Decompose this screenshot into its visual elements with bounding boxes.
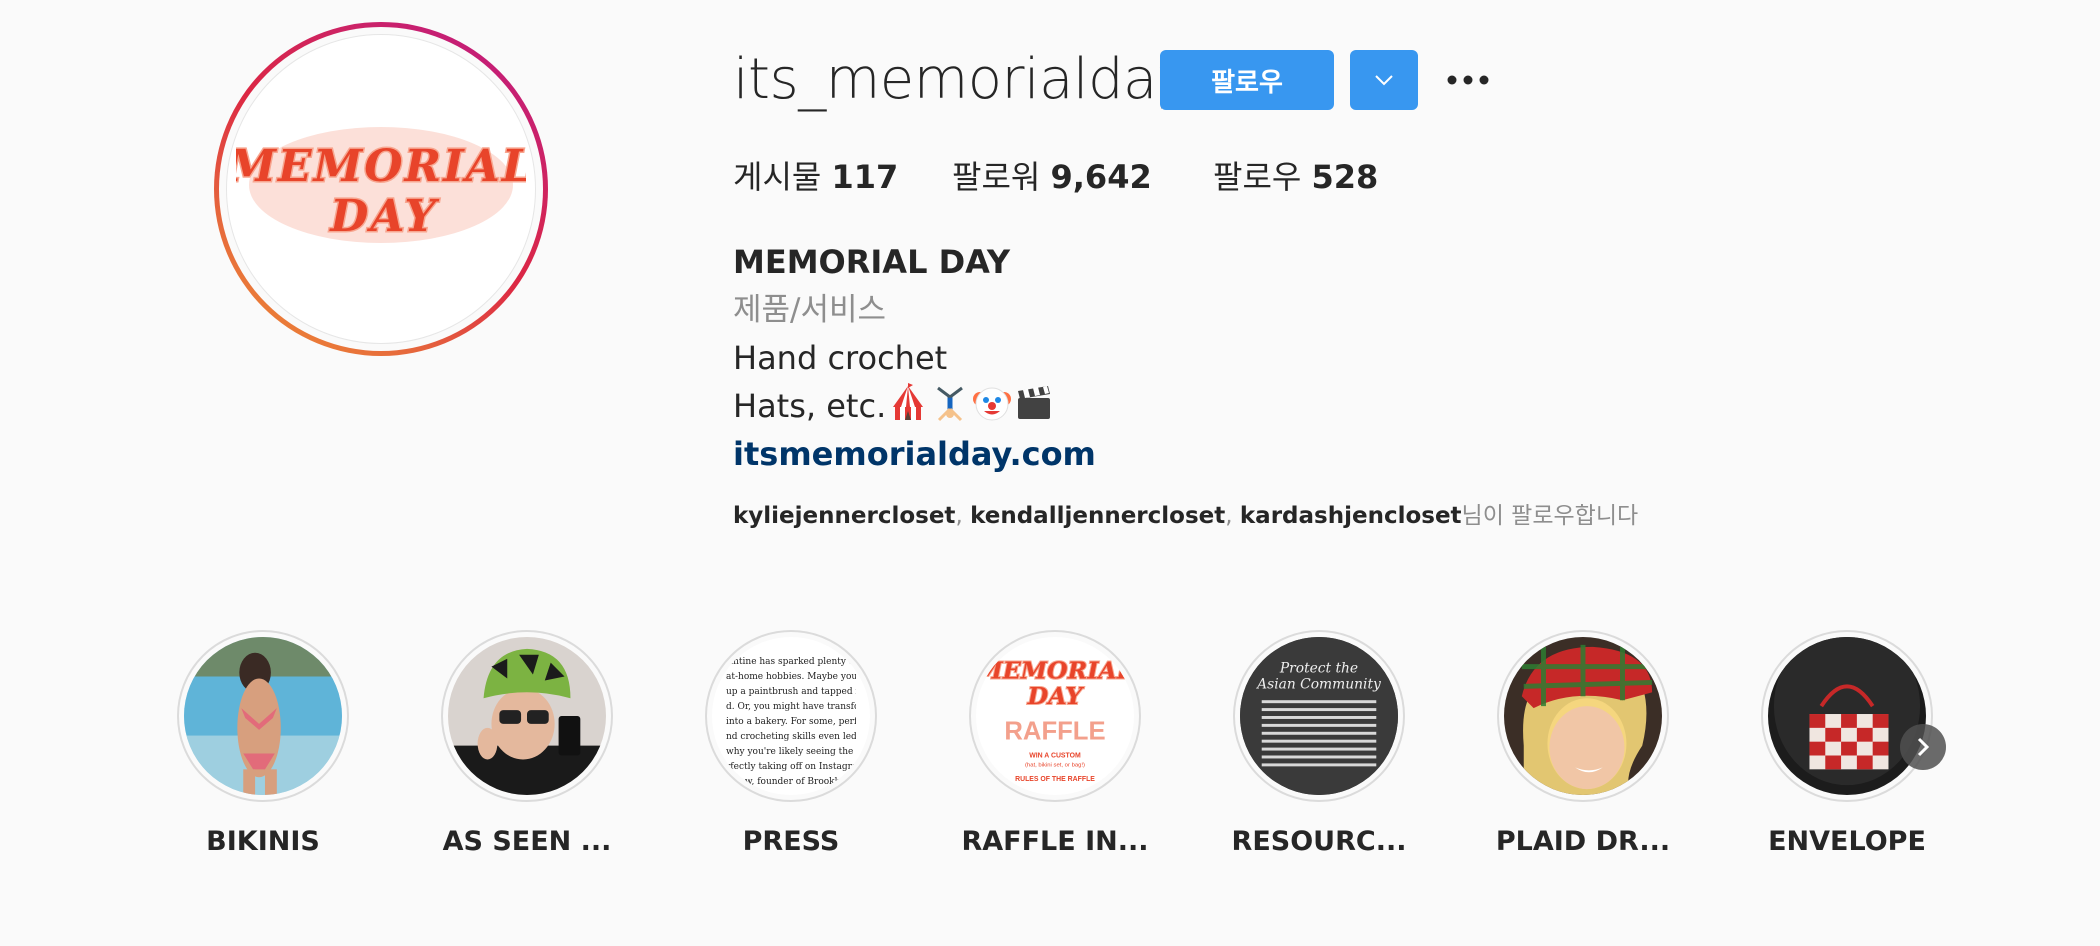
profile-page: MEMORIAL DAY its_memorialday 팔로우 게시물 117… xyxy=(0,0,2100,946)
suggested-accounts-dropdown-button[interactable] xyxy=(1350,50,1418,110)
follow-button[interactable]: 팔로우 xyxy=(1160,50,1334,110)
followers-label: 팔로워 xyxy=(952,158,1041,196)
clown-face-emoji xyxy=(973,387,1012,421)
logo-text-day: DAY xyxy=(328,191,439,242)
followed-by-text[interactable]: kyliejennercloset, kendalljennercloset, … xyxy=(733,498,1638,534)
highlight-thumbnail xyxy=(1768,637,1926,795)
highlights-next-button[interactable] xyxy=(1900,724,1946,770)
chevron-right-icon xyxy=(1917,737,1930,757)
bio-full-name: MEMORIAL DAY xyxy=(733,243,1011,281)
highlight-thumbnail: Protect the Asian Community xyxy=(1240,637,1398,795)
checkered-bag-photo-image xyxy=(1768,637,1926,795)
svg-text:(hat, bikini set, or bag!): (hat, bikini set, or bag!) xyxy=(1025,762,1085,768)
svg-text:Protect the: Protect the xyxy=(1279,661,1358,677)
followed-by-account[interactable]: kendalljennercloset xyxy=(970,503,1225,529)
options-button[interactable] xyxy=(1440,58,1496,102)
raffle-graphic-image: MEMORIAL DAY RAFFLE WIN A CUSTOM (hat, b… xyxy=(976,655,1134,783)
asian-community-graphic-image: Protect the Asian Community xyxy=(1240,637,1398,795)
press-article-text: antine has sparked plenty o at-home hobb… xyxy=(726,657,856,787)
circus-tent-emoji xyxy=(893,383,924,420)
green-hat-selfie-image xyxy=(448,637,606,795)
highlight-label: PRESS xyxy=(742,826,840,857)
profile-bio: MEMORIAL DAY 제품/서비스 Hand crochet Hats, e… xyxy=(733,238,1633,478)
chevron-down-icon xyxy=(1375,75,1393,86)
followers-count[interactable]: 팔로워 9,642 xyxy=(952,152,1152,202)
posts-label: 게시물 xyxy=(733,158,822,196)
profile-username: its_memorialday xyxy=(733,47,1190,112)
highlight-thumbnail xyxy=(1504,637,1662,795)
svg-text:WIN A CUSTOM: WIN A CUSTOM xyxy=(1029,752,1081,759)
story-highlight-press[interactable]: antine has sparked plenty o at-home hobb… xyxy=(676,630,906,860)
highlight-label: RESOURC... xyxy=(1231,826,1407,857)
story-highlight-raffle[interactable]: MEMORIAL DAY RAFFLE WIN A CUSTOM (hat, b… xyxy=(940,630,1170,860)
svg-text:DAY: DAY xyxy=(1027,682,1085,710)
svg-text:Asian Community: Asian Community xyxy=(1255,676,1381,692)
bio-website-link[interactable]: itsmemorialday.com xyxy=(733,430,1633,478)
highlight-thumbnail: antine has sparked plenty o at-home hobb… xyxy=(712,637,870,795)
logo-text-memorial: MEMORIAL xyxy=(236,141,526,192)
profile-avatar[interactable]: MEMORIAL DAY xyxy=(214,22,548,356)
cartwheel-emoji xyxy=(937,386,964,422)
avatar-logo: MEMORIAL DAY xyxy=(226,34,536,344)
following-count[interactable]: 팔로우 528 xyxy=(1213,152,1378,202)
followed-by-account[interactable]: kyliejennercloset xyxy=(733,503,955,529)
more-horizontal-icon xyxy=(1447,75,1489,85)
story-highlight-resources[interactable]: Protect the Asian Community RESOURC... xyxy=(1204,630,1434,860)
bio-category: 제품/서비스 xyxy=(733,292,887,328)
highlight-thumbnail xyxy=(448,637,606,795)
followed-by-suffix: 님이 팔로우합니다 xyxy=(1461,503,1639,529)
svg-text:MEMORIAL: MEMORIAL xyxy=(976,656,1133,684)
clapper-board-emoji xyxy=(1018,386,1051,419)
highlight-label: AS SEEN ... xyxy=(442,826,612,857)
bio-text-line: Hand crochet xyxy=(733,339,948,377)
memorial-day-logo: MEMORIAL DAY xyxy=(236,127,526,244)
story-highlight-as-seen[interactable]: AS SEEN ... xyxy=(412,630,642,860)
story-highlight-plaid[interactable]: PLAID DR... xyxy=(1468,630,1698,860)
svg-text:RULES OF THE RAFFLE: RULES OF THE RAFFLE xyxy=(1015,776,1095,783)
highlight-label: RAFFLE IN... xyxy=(961,826,1149,857)
highlight-thumbnail: MEMORIAL DAY RAFFLE WIN A CUSTOM (hat, b… xyxy=(976,637,1134,795)
bio-text-line-emoji: Hats, etc. xyxy=(733,382,1633,430)
following-value: 528 xyxy=(1311,158,1379,196)
highlight-thumbnail xyxy=(184,637,342,795)
story-highlight-bikinis[interactable]: BIKINIS xyxy=(148,630,378,860)
highlight-label: ENVELOPE xyxy=(1768,826,1926,857)
posts-count: 게시물 117 xyxy=(733,152,898,202)
highlight-label: PLAID DR... xyxy=(1495,826,1671,857)
bikini-photo-image xyxy=(184,637,342,795)
followers-value: 9,642 xyxy=(1050,158,1152,196)
plaid-hat-photo-image xyxy=(1504,637,1662,795)
bio-text-hats: Hats, etc. xyxy=(733,387,887,425)
highlight-label: BIKINIS xyxy=(206,826,320,857)
svg-text:RAFFLE: RAFFLE xyxy=(1004,718,1105,746)
posts-value: 117 xyxy=(831,158,899,196)
followed-by-account[interactable]: kardashjencloset xyxy=(1240,503,1462,529)
following-label: 팔로우 xyxy=(1213,158,1302,196)
